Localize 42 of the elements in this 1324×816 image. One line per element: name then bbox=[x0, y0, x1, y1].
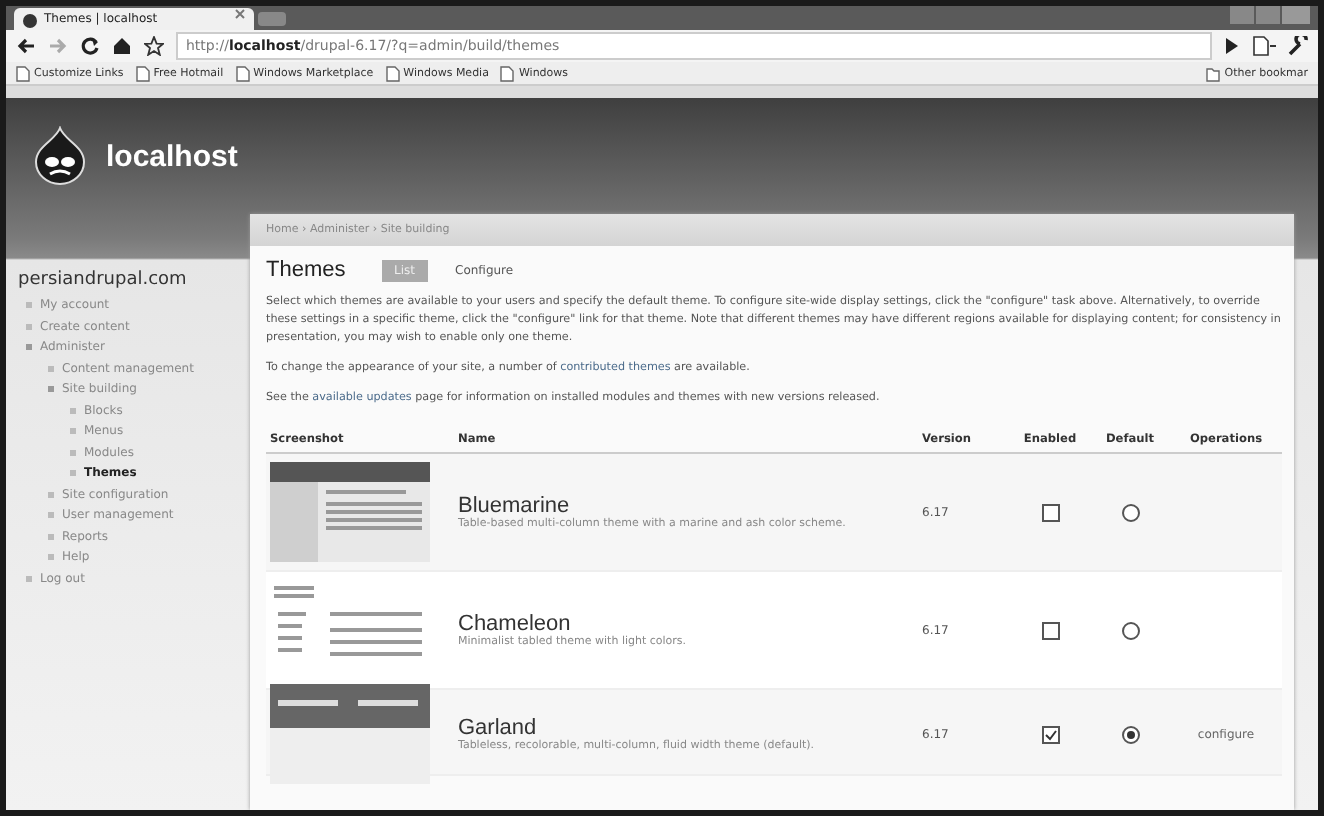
bullet-icon bbox=[48, 533, 54, 540]
bullet-icon bbox=[48, 386, 54, 393]
home-icon[interactable] bbox=[112, 36, 132, 56]
folder-icon bbox=[1206, 65, 1221, 81]
bullet-icon bbox=[70, 470, 76, 477]
reload-icon[interactable] bbox=[80, 36, 100, 56]
theme-name: Bluemarine bbox=[458, 494, 570, 518]
bullet-icon bbox=[70, 449, 76, 456]
theme-name: Chameleon bbox=[458, 612, 571, 636]
checkbox[interactable] bbox=[1041, 621, 1059, 639]
site-name[interactable]: localhost bbox=[106, 139, 238, 173]
checkbox[interactable] bbox=[1041, 503, 1059, 521]
bullet-icon bbox=[26, 323, 32, 330]
radio-button[interactable] bbox=[1121, 725, 1139, 743]
page-icon bbox=[385, 65, 400, 81]
bullet-icon bbox=[48, 491, 54, 498]
theme-name: Garland bbox=[458, 716, 539, 740]
bullet-icon bbox=[26, 302, 32, 309]
page-icon bbox=[16, 65, 30, 81]
radio-button[interactable] bbox=[1121, 503, 1139, 521]
page-icon bbox=[500, 65, 515, 81]
bullet-icon bbox=[26, 344, 32, 351]
checkbox[interactable] bbox=[1041, 725, 1059, 743]
page-title: Themes bbox=[266, 258, 348, 282]
bullet-icon bbox=[70, 407, 76, 414]
bullet-icon bbox=[26, 575, 32, 582]
star-icon[interactable] bbox=[144, 36, 164, 56]
bullet-icon bbox=[70, 428, 76, 435]
bullet-icon bbox=[48, 512, 54, 519]
play-icon[interactable] bbox=[1224, 36, 1240, 56]
sidebar-title: persiandrupal.com bbox=[18, 270, 189, 290]
bullet-icon bbox=[48, 554, 54, 561]
wrench-icon[interactable] bbox=[1288, 36, 1308, 56]
back-arrow-icon[interactable] bbox=[16, 36, 36, 56]
window-controls-icon bbox=[1230, 6, 1310, 24]
drop-logo-icon[interactable] bbox=[34, 126, 86, 186]
page-icon bbox=[135, 65, 150, 81]
radio-button[interactable] bbox=[1121, 621, 1139, 639]
page-icon bbox=[235, 65, 250, 81]
bullet-icon bbox=[48, 365, 54, 372]
close-icon bbox=[234, 8, 246, 20]
page-icon[interactable] bbox=[1252, 36, 1276, 56]
